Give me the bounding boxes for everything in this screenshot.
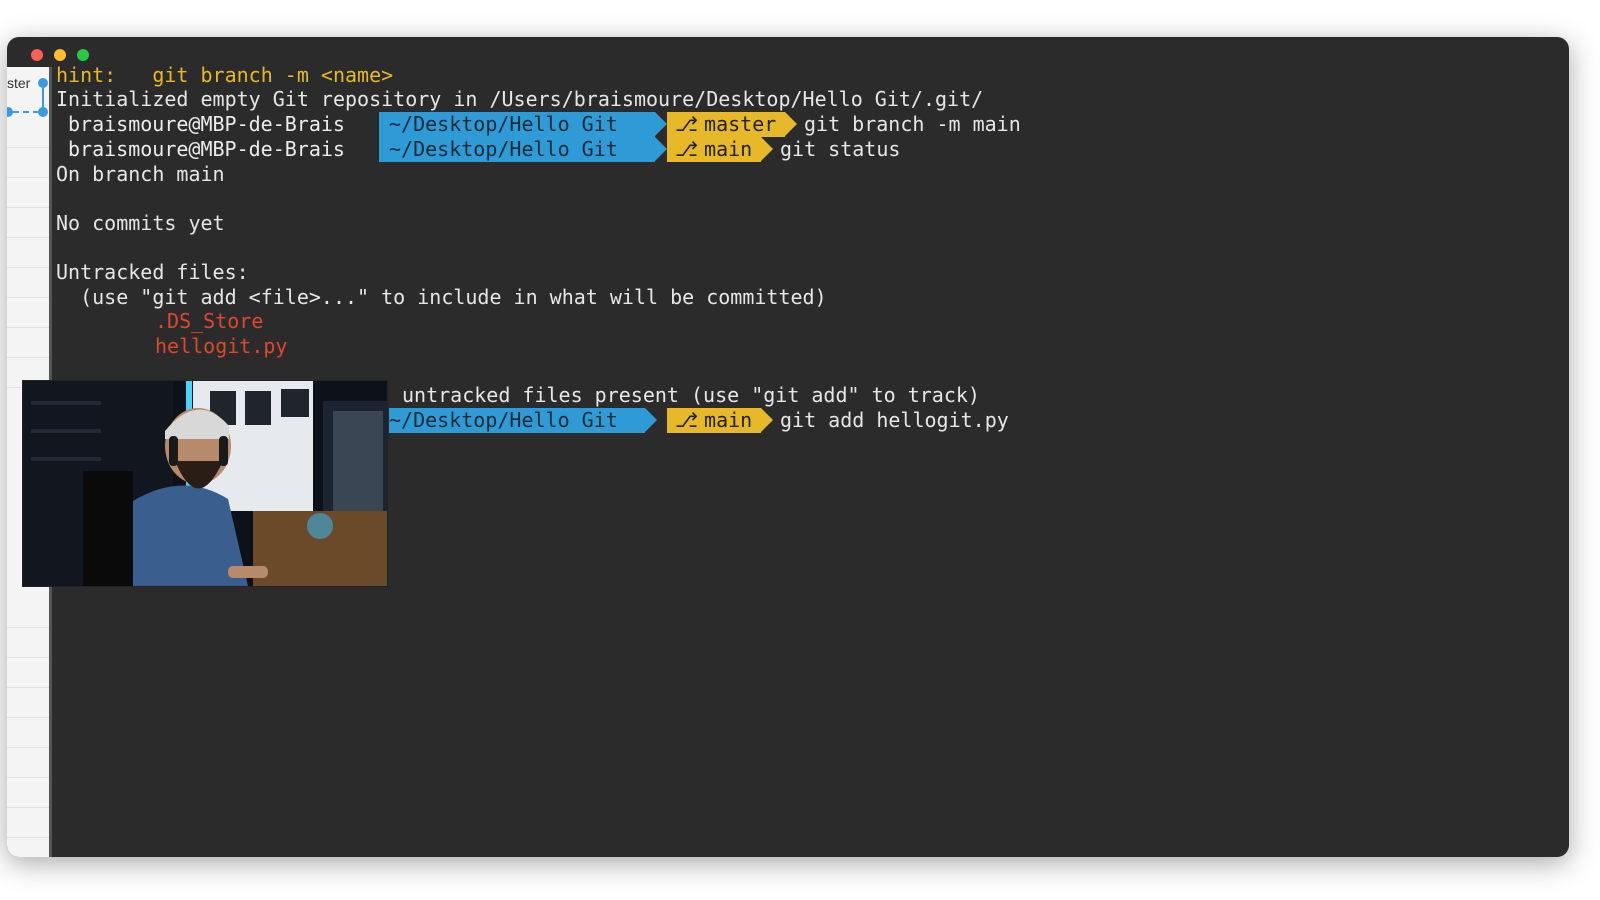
init-line: Initialized empty Git repository in /Use… xyxy=(56,87,984,111)
divider xyxy=(7,147,49,148)
prompt-user: braismoure@MBP-de-Brais xyxy=(68,137,345,161)
divider xyxy=(7,747,49,748)
prompt-separator xyxy=(645,408,657,432)
divider xyxy=(7,657,49,658)
prompt-separator xyxy=(655,112,667,136)
divider xyxy=(7,267,49,268)
prompt-command: git branch -m main xyxy=(804,112,1021,136)
prompt-path: ~/Desktop/Hello Git xyxy=(379,137,655,162)
status-on-branch: On branch main xyxy=(56,162,225,186)
divider xyxy=(7,237,49,238)
divider xyxy=(7,777,49,778)
graph-edge xyxy=(13,111,39,113)
divider xyxy=(7,177,49,178)
close-window-button[interactable] xyxy=(31,49,43,61)
prompt-command: git add hellogit.py xyxy=(780,408,1009,432)
divider xyxy=(7,687,49,688)
prompt-path: ~/Desktop/Hello Git xyxy=(379,112,655,137)
git-branch-icon: ⎇ xyxy=(675,112,699,136)
divider xyxy=(7,327,49,328)
divider xyxy=(7,207,49,208)
prompt-branch: ⎇ master xyxy=(667,112,785,137)
webcam-overlay xyxy=(22,380,388,587)
status-no-commits: No commits yet xyxy=(56,211,225,235)
prompt-separator xyxy=(655,137,667,161)
divider xyxy=(7,807,49,808)
minimize-window-button[interactable] xyxy=(54,49,66,61)
prompt-path: ~/Desktop/Hello Git xyxy=(389,408,645,433)
zoom-window-button[interactable] xyxy=(77,49,89,61)
branch-name: master xyxy=(704,112,777,136)
divider xyxy=(7,837,49,838)
prompt-branch: ⎇ main xyxy=(667,408,761,433)
git-branch-icon: ⎇ xyxy=(675,137,699,161)
branch-label: ster xyxy=(7,75,31,91)
prompt-separator xyxy=(785,112,797,136)
divider xyxy=(7,627,49,628)
untracked-file: hellogit.py xyxy=(155,334,288,358)
commit-node-icon[interactable] xyxy=(38,107,48,117)
divider xyxy=(7,357,49,358)
divider xyxy=(7,297,49,298)
branch-name: main xyxy=(704,408,753,432)
prompt-branch: ⎇ main xyxy=(667,137,761,162)
prompt-line: braismoure@MBP-de-Brais ~/Desktop/Hello … xyxy=(56,112,1156,137)
graph-edge xyxy=(42,87,44,109)
hint-line: hint: git branch -m <name> xyxy=(56,63,394,87)
divider xyxy=(7,717,49,718)
prompt-separator xyxy=(761,137,773,161)
prompt-separator xyxy=(761,408,773,432)
prompt-line: braismoure@MBP-de-Brais ~/Desktop/Hello … xyxy=(56,137,1156,162)
presenter-video-frame xyxy=(23,381,387,586)
prompt-user: braismoure@MBP-de-Brais xyxy=(68,112,345,136)
branch-name: main xyxy=(704,137,753,161)
prompt-command: git status xyxy=(780,137,901,161)
untracked-file: .DS_Store xyxy=(155,309,264,333)
status-nothing-added: untracked files present (use "git add" t… xyxy=(402,383,980,407)
status-untracked-header: Untracked files: xyxy=(56,260,249,284)
git-branch-icon: ⎇ xyxy=(675,408,699,432)
status-untracked-hint: (use "git add <file>..." to include in w… xyxy=(56,285,827,309)
